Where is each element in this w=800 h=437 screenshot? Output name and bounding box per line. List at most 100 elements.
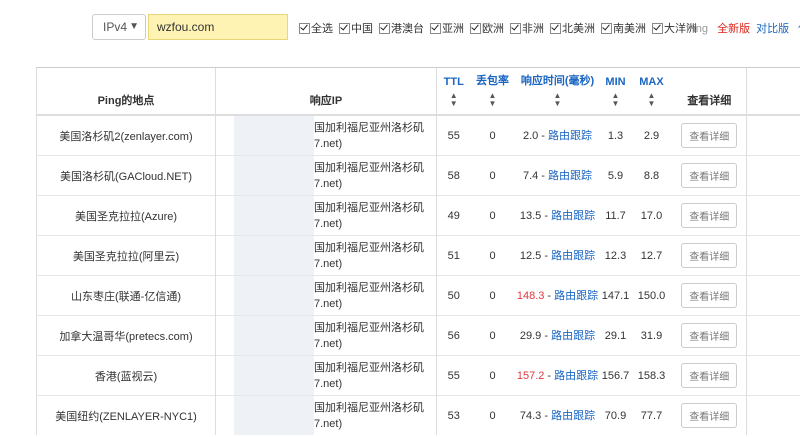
loss-cell: 0 <box>470 315 515 356</box>
toolbar: IPv4 ▼ wzfou.com 全选 中国 港澳台 亚洲 欧洲 非洲 北美洲 南美洲 大洋洲 … <box>0 14 800 40</box>
domain-input[interactable]: wzfou.com <box>148 14 288 40</box>
detail-cell: 查看详细 <box>672 395 747 435</box>
route-trace-link[interactable]: 路由跟踪 <box>548 170 592 182</box>
ip-version-select[interactable]: IPv4 ▼ <box>92 14 146 40</box>
table-body: 美国洛杉矶2(zenlayer.com) 国加利福尼亚州洛杉矶 7.net) 55 0 2… <box>36 114 800 435</box>
route-trace-link[interactable]: 路由跟踪 <box>551 330 595 342</box>
region-filter[interactable]: 北美洲 <box>550 20 595 36</box>
view-detail-button[interactable]: 查看详细 <box>681 243 738 268</box>
location-cell: 美国纽约(ZENLAYER-NYC1) <box>36 395 216 435</box>
location-cell: 美国洛杉矶(GACloud.NET) <box>36 155 216 196</box>
view-detail-button[interactable]: 查看详细 <box>681 203 738 228</box>
region-filters: 全选 中国 港澳台 亚洲 欧洲 非洲 北美洲 南美洲 大洋洲 <box>299 20 703 36</box>
region-filter[interactable]: 港澳台 <box>379 20 424 36</box>
ip-host-line: 7.net) <box>314 218 343 230</box>
redacted-ip <box>234 236 314 275</box>
checkbox-checked-icon[interactable] <box>299 22 310 34</box>
route-trace-link[interactable]: 路由跟踪 <box>551 210 595 222</box>
view-detail-button[interactable]: 查看详细 <box>681 403 738 428</box>
header-ttl[interactable]: TTL ▲ ▼ <box>436 67 471 116</box>
detail-cell: 查看详细 <box>672 275 747 316</box>
max-cell: 158.3 <box>630 355 673 396</box>
max-cell: 31.9 <box>630 315 673 356</box>
ttl-cell: 56 <box>436 315 471 356</box>
max-cell: 150.0 <box>630 275 673 316</box>
compare-version-link[interactable]: 对比版 <box>756 23 789 35</box>
route-trace-link[interactable]: 路由跟踪 <box>554 370 598 382</box>
redacted-ip <box>234 356 314 395</box>
header-detail: 查看详细 <box>672 67 747 116</box>
ttl-cell: 55 <box>436 114 471 156</box>
checkbox-checked-icon[interactable] <box>430 22 441 34</box>
header-ip: 响应IP <box>215 67 437 116</box>
header-resp[interactable]: 响应时间(毫秒) ▲ ▼ <box>514 67 601 116</box>
ip-location-line: 国加利福尼亚州洛杉矶 <box>314 282 424 294</box>
view-detail-button[interactable]: 查看详细 <box>681 363 738 388</box>
redacted-ip <box>234 156 314 195</box>
extra-cell <box>746 195 800 236</box>
checkbox-checked-icon[interactable] <box>470 22 481 34</box>
table-row: 美国纽约(ZENLAYER-NYC1) 国加利福尼亚州洛杉矶 7.net) 53 0 74… <box>36 395 800 435</box>
loss-cell: 0 <box>470 195 515 236</box>
ip-location-line: 国加利福尼亚州洛杉矶 <box>314 322 424 334</box>
view-detail-button[interactable]: 查看详细 <box>681 123 738 148</box>
view-detail-button[interactable]: 查看详细 <box>681 323 738 348</box>
ip-cell: 国加利福尼亚州洛杉矶 7.net) <box>215 155 437 196</box>
extra-cell <box>746 114 800 156</box>
resp-cell: 12.5 - 路由跟踪 <box>514 235 601 276</box>
min-cell: 70.9 <box>600 395 631 435</box>
min-cell: 5.9 <box>600 155 631 196</box>
ttl-cell: 53 <box>436 395 471 435</box>
table-row: 加拿大温哥华(pretecs.com) 国加利福尼亚州洛杉矶 7.net) 56 0 29… <box>36 315 800 356</box>
region-filter[interactable]: 非洲 <box>510 20 544 36</box>
region-filter[interactable]: 欧洲 <box>470 20 504 36</box>
header-loss[interactable]: 丢包率 ▲ ▼ <box>470 67 515 116</box>
region-filter[interactable]: 南美洲 <box>601 20 646 36</box>
checkbox-checked-icon[interactable] <box>379 22 390 34</box>
resp-cell: 157.2 - 路由跟踪 <box>514 355 601 396</box>
ip-cell: 国加利福尼亚州洛杉矶 7.net) <box>215 395 437 435</box>
view-detail-button[interactable]: 查看详细 <box>681 163 738 188</box>
resp-value: 7.4 <box>522 169 539 182</box>
ip-location-line: 国加利福尼亚州洛杉矶 <box>314 162 424 174</box>
ip-location-text: 国加利福尼亚州洛杉矶 7.net) <box>314 280 424 312</box>
sort-icon: ▲ ▼ <box>449 91 458 108</box>
ping-link[interactable]: Ping <box>686 23 708 35</box>
region-filter[interactable]: 全选 <box>299 20 333 36</box>
resp-value: 29.9 <box>519 329 542 342</box>
region-filter[interactable]: 中国 <box>339 20 373 36</box>
ip-location-line: 国加利福尼亚州洛杉矶 <box>314 402 424 414</box>
checkbox-checked-icon[interactable] <box>510 22 521 34</box>
region-filter[interactable]: 亚洲 <box>430 20 464 36</box>
route-trace-link[interactable]: 路由跟踪 <box>551 250 595 262</box>
route-trace-link[interactable]: 路由跟踪 <box>554 290 598 302</box>
resp-value: 12.5 <box>519 249 542 262</box>
route-trace-link[interactable]: 路由跟踪 <box>548 130 592 142</box>
checkbox-checked-icon[interactable] <box>339 22 350 34</box>
chevron-down-icon: ▼ <box>129 21 139 32</box>
sort-icon: ▲ ▼ <box>488 91 497 108</box>
new-version-link[interactable]: 全新版 <box>717 23 750 35</box>
view-detail-button[interactable]: 查看详细 <box>681 283 738 308</box>
ip-location-text: 国加利福尼亚州洛杉矶 7.net) <box>314 240 424 272</box>
route-trace-link[interactable]: 路由跟踪 <box>551 410 595 422</box>
extra-cell <box>746 155 800 196</box>
checkbox-checked-icon[interactable] <box>601 22 612 34</box>
checkbox-checked-icon[interactable] <box>550 22 561 34</box>
extra-cell <box>746 235 800 276</box>
ip-host-line: 7.net) <box>314 298 343 310</box>
redacted-ip <box>234 116 314 155</box>
checkbox-checked-icon[interactable] <box>652 22 663 34</box>
header-max[interactable]: MAX ▲ ▼ <box>630 67 673 116</box>
min-cell: 11.7 <box>600 195 631 236</box>
ip-host-line: 7.net) <box>314 418 343 430</box>
extra-cell <box>746 395 800 435</box>
ip-location-text: 国加利福尼亚州洛杉矶 7.net) <box>314 360 424 392</box>
redacted-ip <box>234 396 314 435</box>
header-min[interactable]: MIN ▲ ▼ <box>600 67 631 116</box>
ip-cell: 国加利福尼亚州洛杉矶 7.net) <box>215 355 437 396</box>
results-table-wrap: Ping的地点 响应IP TTL ▲ ▼ 丢包率 ▲ ▼ 响应时间(毫秒) ▲ ▼ MIN ▲… <box>36 67 800 435</box>
redacted-ip <box>234 196 314 235</box>
ttl-cell: 49 <box>436 195 471 236</box>
ip-host-line: 7.net) <box>314 338 343 350</box>
